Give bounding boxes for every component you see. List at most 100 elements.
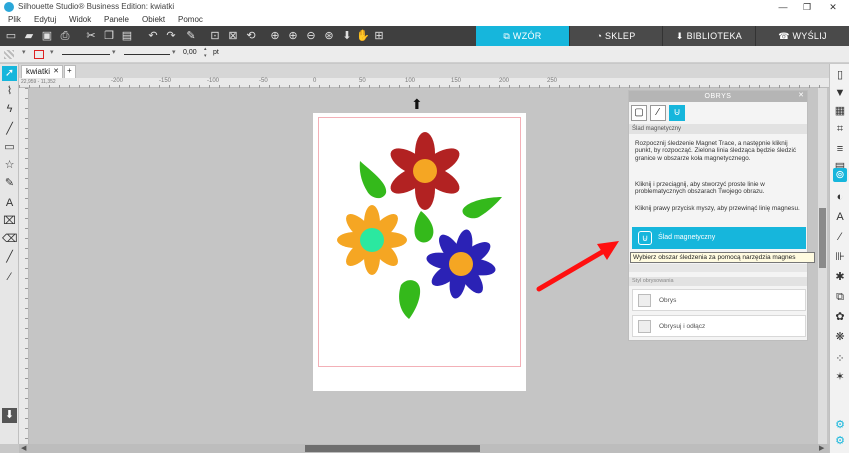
new-file-icon[interactable]: ▭: [4, 29, 18, 43]
zoom-in-icon[interactable]: ⊕: [286, 29, 300, 43]
tab-library[interactable]: ⬇ BIBLIOTEKA: [662, 26, 755, 46]
eyedropper-tool-icon[interactable]: ⁄: [2, 270, 17, 285]
tab-design[interactable]: ⧉ WZÓR: [476, 26, 569, 46]
fill-dropdown-icon[interactable]: ▾: [22, 48, 26, 56]
panel-close-icon[interactable]: ✕: [798, 91, 804, 99]
select-all-icon[interactable]: ⊡: [208, 29, 222, 43]
trace-button[interactable]: Obrys: [632, 289, 806, 311]
fill-color-icon[interactable]: ◐: [833, 190, 847, 204]
menu-object[interactable]: Obiekt: [142, 15, 165, 24]
vertical-scrollbar[interactable]: [818, 88, 827, 444]
leaf-3[interactable]: [414, 211, 434, 243]
blue-flower[interactable]: [425, 228, 497, 300]
redo-icon[interactable]: ↷: [164, 29, 178, 43]
print-icon[interactable]: ⎙: [58, 29, 72, 43]
text-edit-tool-icon[interactable]: ⌧: [2, 214, 17, 229]
knife-tool-icon[interactable]: ╱: [2, 250, 17, 265]
close-tab-icon[interactable]: ✕: [53, 67, 59, 75]
maximize-button[interactable]: ❐: [800, 1, 814, 13]
curve-tool-icon[interactable]: ϟ: [2, 102, 17, 117]
undo-icon[interactable]: ↶: [146, 29, 160, 43]
pencil-tool-icon[interactable]: ✎: [2, 176, 17, 191]
red-flower[interactable]: [386, 132, 464, 210]
trace-and-detach-button[interactable]: Obrysuj i odłącz: [632, 315, 806, 337]
trace-area-tab-icon[interactable]: ▢: [631, 105, 647, 121]
magnet-trace-tab-icon[interactable]: ⊍: [669, 105, 685, 121]
close-button[interactable]: ✕: [826, 1, 840, 13]
eraser-tool-icon[interactable]: ⌫: [2, 232, 18, 247]
orange-flower[interactable]: [337, 205, 407, 275]
pan-hand-icon[interactable]: ✋: [356, 29, 370, 43]
knife-panel-icon[interactable]: ⁘: [833, 352, 847, 366]
fill-pattern-icon[interactable]: [4, 50, 14, 59]
paste-icon[interactable]: ▤: [120, 29, 134, 43]
store-icon: ◔: [596, 31, 605, 41]
add-page-icon[interactable]: ⊞: [372, 29, 386, 43]
doc-tab-kwiatki[interactable]: kwiatki ✕: [21, 65, 63, 78]
align-icon[interactable]: ⊪: [833, 250, 847, 264]
tab-store[interactable]: ◔ SKLEP: [569, 26, 662, 46]
tab-send[interactable]: ☎ WYŚLIJ: [755, 26, 849, 46]
settings-gear-icon[interactable]: ⚙: [833, 418, 847, 432]
page-setup-icon[interactable]: ▯: [833, 68, 847, 82]
text-style-icon[interactable]: A: [833, 210, 847, 224]
modify-icon[interactable]: ✿: [833, 310, 847, 324]
page-up-arrow-icon[interactable]: ⬆: [411, 96, 423, 113]
offset-icon[interactable]: ✱: [833, 270, 847, 284]
horizontal-scroll-thumb[interactable]: [305, 445, 480, 452]
line-color-icon[interactable]: [34, 50, 44, 59]
help-icon[interactable]: ⚙: [833, 434, 847, 448]
deselect-icon[interactable]: ⊠: [226, 29, 240, 43]
flowers-artwork[interactable]: [313, 113, 526, 391]
line-join-preview[interactable]: [124, 54, 170, 55]
replicate-panel-icon[interactable]: ⧉: [833, 290, 847, 304]
leaf-1[interactable]: [359, 161, 387, 199]
line-width-stepper[interactable]: ▴ ▾: [204, 46, 207, 60]
menu-view[interactable]: Widok: [69, 15, 91, 24]
minimize-button[interactable]: —: [776, 1, 790, 13]
select-tool-icon[interactable]: ➚: [2, 66, 17, 81]
replicate-icon[interactable]: ⟲: [244, 29, 258, 43]
text-path-icon[interactable]: ⁄: [833, 230, 847, 244]
zoom-out-icon[interactable]: ⊖: [304, 29, 318, 43]
transform-icon[interactable]: ⌗: [833, 122, 847, 136]
trace-active-icon[interactable]: ⊚: [833, 168, 847, 182]
vertical-scroll-thumb[interactable]: [819, 208, 826, 268]
line-width-input[interactable]: 0,00: [183, 49, 197, 56]
line-color-dropdown-icon[interactable]: ▾: [50, 48, 54, 56]
sketch-panel-icon[interactable]: ✶: [833, 370, 847, 384]
line-style-dropdown-icon[interactable]: ▾: [112, 48, 116, 56]
line-join-dropdown-icon[interactable]: ▾: [172, 48, 176, 56]
eyedropper-tab-icon[interactable]: ⁄: [650, 105, 666, 121]
line-style-icon[interactable]: ≡: [833, 142, 847, 156]
magnet-trace-button[interactable]: ⊍ Ślad magnetyczny: [632, 227, 806, 249]
save-icon[interactable]: ▣: [40, 29, 54, 43]
leaf-4[interactable]: [399, 280, 421, 319]
sketch-icon[interactable]: ✎: [184, 29, 198, 43]
polygon-tool-icon[interactable]: ☆: [2, 158, 17, 173]
text-tool-icon[interactable]: A: [2, 196, 17, 211]
menu-panels[interactable]: Panele: [104, 15, 129, 24]
registration-icon[interactable]: ▼: [833, 86, 847, 100]
zoom-select-icon[interactable]: ⊛: [322, 29, 336, 43]
move-down-icon[interactable]: ⬇: [340, 29, 354, 43]
cut-icon[interactable]: ✂: [84, 29, 98, 43]
weld-icon[interactable]: ❋: [833, 330, 847, 344]
rectangle-tool-icon[interactable]: ▭: [2, 140, 17, 155]
menu-edit[interactable]: Edytuj: [34, 15, 56, 24]
zoom-fit-icon[interactable]: ⊕: [268, 29, 282, 43]
scroll-right-icon[interactable]: ▶: [819, 444, 824, 452]
copy-icon[interactable]: ❐: [102, 29, 116, 43]
line-style-preview[interactable]: [62, 54, 110, 55]
grid-icon[interactable]: ▦: [833, 104, 847, 118]
menu-file[interactable]: Plik: [8, 15, 21, 24]
library-drawer-icon[interactable]: ⬇: [2, 408, 17, 423]
line-tool-icon[interactable]: ╱: [2, 122, 17, 137]
menu-help[interactable]: Pomoc: [178, 15, 203, 24]
add-tab-button[interactable]: +: [64, 65, 76, 78]
hidden-slider-area: [629, 264, 807, 272]
open-folder-icon[interactable]: ▰: [22, 29, 36, 43]
leaf-2[interactable]: [462, 197, 502, 219]
scroll-left-icon[interactable]: ◀: [21, 444, 26, 452]
point-edit-tool-icon[interactable]: ⌇: [2, 84, 17, 99]
